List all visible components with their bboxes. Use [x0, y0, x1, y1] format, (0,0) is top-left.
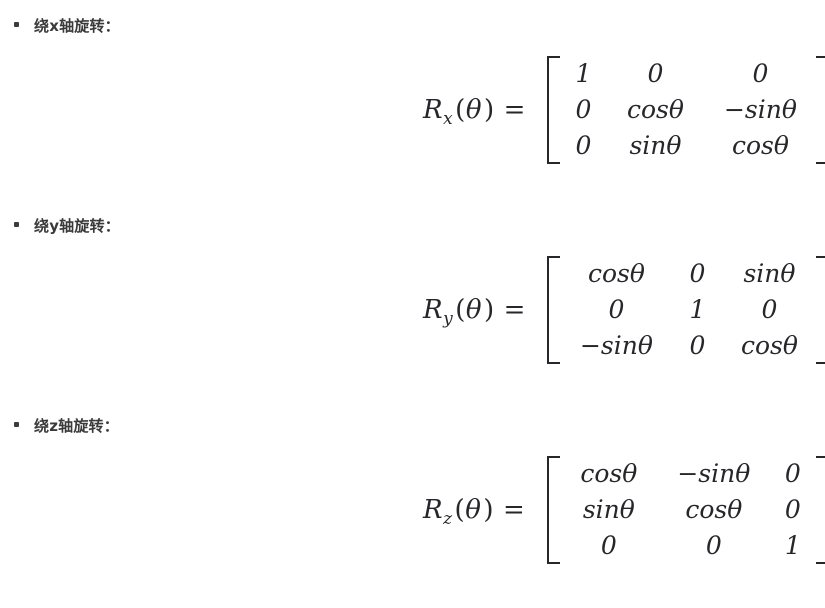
equation-rotation-y: Ry(θ) = cosθ 0 sinθ 0 1 0 −sinθ 0 cosθ [423, 256, 825, 364]
matrix-cell: 0 [689, 259, 706, 288]
matrix-symbol: R [423, 495, 444, 525]
matrix-row: 0 sinθ cosθ [560, 128, 816, 164]
equation-left-hand-side: Rz(θ) = [423, 495, 525, 529]
equation-rotation-z: Rz(θ) = cosθ −sinθ 0 sinθ cosθ 0 0 0 1 [423, 456, 825, 564]
left-bracket-icon [547, 256, 561, 364]
list-item-label: 绕x轴旋转： [34, 17, 120, 35]
matrix-row: −sinθ 0 cosθ [560, 328, 816, 364]
close-paren: ) [483, 495, 495, 525]
list-item-label: 绕z轴旋转： [34, 417, 119, 435]
matrix-cell: sinθ [582, 495, 635, 524]
matrix-symbol: R [423, 95, 444, 125]
matrix-cell: 0 [575, 95, 592, 124]
matrix-cell: cosθ [580, 459, 638, 488]
matrix-subscript: x [443, 109, 454, 129]
matrix-cell: cosθ [731, 131, 789, 160]
matrix-row: cosθ 0 sinθ [560, 256, 816, 292]
matrix-cell: 0 [705, 531, 722, 560]
matrix-cell: 1 [575, 59, 592, 88]
bullet-icon [14, 22, 19, 27]
bullet-icon [14, 222, 19, 227]
equals-sign: = [503, 95, 526, 125]
matrix-cell: 0 [608, 295, 625, 324]
matrix-subscript: z [443, 509, 453, 529]
right-bracket-icon [816, 56, 825, 164]
matrix-cell: 0 [752, 59, 769, 88]
matrix-row: 1 0 0 [560, 56, 816, 92]
bullet-icon [14, 422, 19, 427]
matrix-rotation-z: cosθ −sinθ 0 sinθ cosθ 0 0 0 1 [546, 456, 825, 564]
matrix-symbol: R [423, 295, 444, 325]
equals-sign: = [503, 495, 525, 525]
matrix-cell: cosθ [685, 495, 743, 524]
equation-rotation-x: Rx(θ) = 1 0 0 0 cosθ −sinθ 0 sinθ cosθ [423, 56, 825, 164]
matrix-cell: cosθ [587, 259, 645, 288]
matrix-row: cosθ −sinθ 0 [560, 456, 816, 492]
matrix-cell: −sinθ [579, 331, 653, 360]
list-item: 绕y轴旋转： [14, 215, 120, 243]
matrix-cell: 1 [689, 295, 706, 324]
matrix-cell: −sinθ [723, 95, 797, 124]
right-bracket-icon [815, 456, 825, 564]
left-bracket-icon [547, 56, 561, 164]
matrix-grid: cosθ 0 sinθ 0 1 0 −sinθ 0 cosθ [560, 256, 816, 364]
matrix-cell: 0 [647, 59, 664, 88]
list-item: 绕z轴旋转： [14, 415, 119, 443]
document-body: 绕x轴旋转： Rx(θ) = 1 0 0 0 cosθ −sinθ 0 sinθ… [0, 0, 825, 608]
matrix-cell: sinθ [743, 259, 796, 288]
matrix-row: 0 cosθ −sinθ [560, 92, 816, 128]
matrix-row: sinθ cosθ 0 [560, 492, 816, 528]
matrix-row: 0 1 0 [560, 292, 816, 328]
matrix-cell: −sinθ [677, 459, 751, 488]
matrix-cell: 0 [575, 131, 592, 160]
matrix-grid: cosθ −sinθ 0 sinθ cosθ 0 0 0 1 [560, 456, 816, 564]
list-item: 绕x轴旋转： [14, 15, 120, 43]
close-paren: ) [484, 295, 495, 325]
equation-left-hand-side: Ry(θ) = [423, 295, 526, 329]
open-paren: ( [454, 495, 466, 525]
matrix-cell: 0 [689, 331, 706, 360]
matrix-cell: cosθ [740, 331, 798, 360]
open-paren: ( [455, 95, 466, 125]
equation-left-hand-side: Rx(θ) = [423, 95, 526, 129]
equals-sign: = [503, 295, 526, 325]
list-item-label: 绕y轴旋转： [34, 217, 120, 235]
theta-symbol: θ [465, 295, 482, 325]
matrix-cell: sinθ [629, 131, 682, 160]
matrix-cell: 0 [761, 295, 778, 324]
matrix-cell: 1 [784, 531, 801, 560]
theta-symbol: θ [465, 95, 482, 125]
matrix-cell: 0 [600, 531, 617, 560]
left-bracket-icon [546, 456, 560, 564]
matrix-rotation-x: 1 0 0 0 cosθ −sinθ 0 sinθ cosθ [547, 56, 825, 164]
matrix-cell: 0 [784, 459, 801, 488]
matrix-cell: cosθ [626, 95, 684, 124]
matrix-row: 0 0 1 [560, 528, 816, 564]
open-paren: ( [455, 295, 466, 325]
close-paren: ) [483, 95, 495, 125]
matrix-rotation-y: cosθ 0 sinθ 0 1 0 −sinθ 0 cosθ [547, 256, 825, 364]
matrix-grid: 1 0 0 0 cosθ −sinθ 0 sinθ cosθ [560, 56, 816, 164]
right-bracket-icon [816, 256, 825, 364]
theta-symbol: θ [465, 495, 482, 525]
matrix-subscript: y [443, 309, 454, 329]
matrix-cell: 0 [784, 495, 801, 524]
